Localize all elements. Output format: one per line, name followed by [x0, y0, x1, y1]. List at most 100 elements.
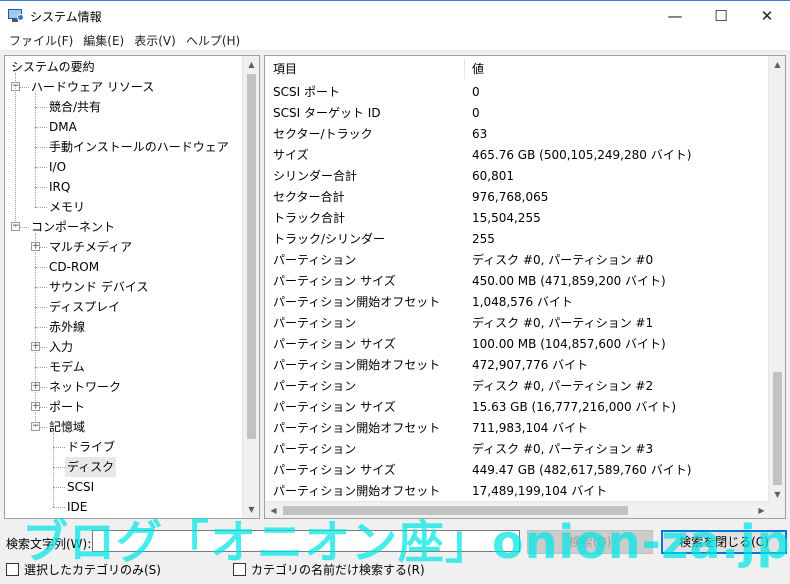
scroll-up-arrow-icon[interactable]: ▲: [243, 56, 259, 73]
tree-item-label: コンポーネント: [31, 220, 116, 234]
table-cell-item: パーティション開始オフセット: [273, 295, 441, 309]
tree-item[interactable]: 競合/共有: [5, 97, 245, 117]
tree-item[interactable]: − 記憶域: [5, 417, 245, 437]
table-row[interactable]: シリンダー合計 60,801: [265, 166, 770, 187]
checkbox-label: 選択したカテゴリのみ(S): [24, 563, 161, 577]
maximize-button[interactable]: ☐: [698, 1, 744, 31]
table-row[interactable]: パーティション サイズ 450.00 MB (471,859,200 バイト): [265, 271, 770, 292]
menu-file[interactable]: ファイル(F): [4, 32, 78, 49]
tree-scroll-thumb[interactable]: [247, 74, 256, 439]
table-scroll-thumb[interactable]: [773, 372, 782, 485]
table-cell-item: パーティション開始オフセット: [273, 484, 441, 498]
table-hscroll-thumb[interactable]: [283, 506, 628, 515]
search-input[interactable]: [92, 530, 520, 552]
table-cell-item: パーティション: [273, 253, 357, 267]
table-cell-value: 472,907,776 バイト: [472, 358, 589, 372]
tree-item[interactable]: IDE: [5, 497, 245, 517]
scroll-up-arrow-icon[interactable]: ▲: [769, 56, 785, 73]
minimize-button[interactable]: —: [652, 1, 698, 31]
table-vertical-scrollbar[interactable]: ▲ ▼: [768, 56, 785, 503]
table-row[interactable]: パーティション ディスク #0, パーティション #1: [265, 313, 770, 334]
table-cell-item: パーティション: [273, 442, 357, 456]
scroll-left-arrow-icon[interactable]: ◀: [265, 502, 282, 518]
tree-item[interactable]: ディスク: [5, 457, 245, 477]
table-cell-item: SCSI ポート: [273, 85, 340, 99]
table-cell-value: ディスク #0, パーティション #1: [472, 316, 654, 330]
tree-item[interactable]: サウンド デバイス: [5, 277, 245, 297]
tree-item[interactable]: I/O: [5, 157, 245, 177]
table-row[interactable]: セクター合計 976,768,065: [265, 187, 770, 208]
tree-item[interactable]: ドライブ: [5, 437, 245, 457]
tree-item[interactable]: IRQ: [5, 177, 245, 197]
checkbox-box[interactable]: [6, 563, 19, 576]
table-cell-value: 976,768,065: [472, 190, 549, 204]
tree-item-label: マルチメディア: [49, 240, 133, 254]
tree-item[interactable]: メモリ: [5, 197, 245, 217]
window-title: システム情報: [30, 9, 102, 24]
table-row[interactable]: サイズ 465.76 GB (500,105,249,280 バイト): [265, 145, 770, 166]
menu-view[interactable]: 表示(V): [129, 32, 181, 49]
table-row[interactable]: パーティション ディスク #0, パーティション #2: [265, 376, 770, 397]
table-cell-value: ディスク #0, パーティション #2: [472, 379, 654, 393]
menu-help[interactable]: ヘルプ(H): [181, 32, 245, 49]
tree-item[interactable]: SCSI: [5, 477, 245, 497]
table-cell-value: 60,801: [472, 169, 514, 183]
table-row[interactable]: パーティション開始オフセット 472,907,776 バイト: [265, 355, 770, 376]
scroll-down-arrow-icon[interactable]: ▼: [243, 501, 259, 518]
tree-item-label: 手動インストールのハードウェア: [49, 140, 229, 154]
tree-item[interactable]: システムの要約: [5, 57, 245, 77]
menu-edit[interactable]: 編集(E): [78, 32, 129, 49]
tree-item-label: 競合/共有: [49, 100, 102, 114]
category-names-only-checkbox[interactable]: カテゴリの名前だけ検索する(R): [233, 561, 425, 578]
tree-item-label: SCSI: [67, 480, 95, 494]
table-cell-item: パーティション開始オフセット: [273, 421, 441, 435]
tree-item[interactable]: モデム: [5, 357, 245, 377]
column-header-value[interactable]: 値: [472, 56, 484, 82]
tree-item[interactable]: + マルチメディア: [5, 237, 245, 257]
table-body: SCSI ポート 0 SCSI ターゲット ID 0 セクター/トラック 63 サイズ 465…: [265, 82, 770, 502]
table-row[interactable]: パーティション ディスク #0, パーティション #3: [265, 439, 770, 460]
table-row[interactable]: SCSI ターゲット ID 0: [265, 103, 770, 124]
table-row[interactable]: パーティション開始オフセット 1,048,576 バイト: [265, 292, 770, 313]
table-row[interactable]: パーティション サイズ 100.00 MB (104,857,600 バイト): [265, 334, 770, 355]
table-cell-value: 17,489,199,104 バイト: [472, 484, 608, 498]
table-cell-item: セクター合計: [273, 190, 345, 204]
table-cell-value: 450.00 MB (471,859,200 バイト): [472, 274, 666, 288]
table-row[interactable]: トラック/シリンダー 255: [265, 229, 770, 250]
checkbox-box[interactable]: [233, 563, 246, 576]
tree-item[interactable]: ディスプレイ: [5, 297, 245, 317]
table-row[interactable]: パーティション開始オフセット 17,489,199,104 バイト: [265, 481, 770, 502]
table-cell-value: 0: [472, 106, 480, 120]
table-row[interactable]: パーティション サイズ 15.63 GB (16,777,216,000 バイト): [265, 397, 770, 418]
find-button[interactable]: 検索(D): [527, 530, 653, 554]
table-row[interactable]: トラック合計 15,504,255: [265, 208, 770, 229]
tree-item[interactable]: + ネットワーク: [5, 377, 245, 397]
table-row[interactable]: SCSI ポート 0: [265, 82, 770, 103]
table-cell-item: パーティション サイズ: [273, 463, 396, 477]
table-row[interactable]: パーティション サイズ 449.47 GB (482,617,589,760 バイ…: [265, 460, 770, 481]
tree-item[interactable]: − ハードウェア リソース: [5, 77, 245, 97]
tree-vertical-scrollbar[interactable]: ▲ ▼: [242, 56, 259, 518]
tree-item[interactable]: + 入力: [5, 337, 245, 357]
table-row[interactable]: パーティション開始オフセット 711,983,104 バイト: [265, 418, 770, 439]
category-tree[interactable]: システムの要約 − ハードウェア リソース競合/共有 DMA 手動インストールのハードウ…: [4, 55, 260, 519]
table-row[interactable]: パーティション ディスク #0, パーティション #0: [265, 250, 770, 271]
tree-item[interactable]: − コンポーネント: [5, 217, 245, 237]
table-cell-value: 15,504,255: [472, 211, 541, 225]
table-horizontal-scrollbar[interactable]: ◀ ▶: [265, 501, 770, 518]
tree-item-label: ディスプレイ: [49, 300, 121, 314]
table-cell-item: SCSI ターゲット ID: [273, 106, 381, 120]
tree-list: システムの要約 − ハードウェア リソース競合/共有 DMA 手動インストールのハードウ…: [5, 56, 245, 517]
tree-item[interactable]: DMA: [5, 117, 245, 137]
tree-item[interactable]: CD-ROM: [5, 257, 245, 277]
table-row[interactable]: セクター/トラック 63: [265, 124, 770, 145]
tree-item[interactable]: 手動インストールのハードウェア: [5, 137, 245, 157]
selected-category-only-checkbox[interactable]: 選択したカテゴリのみ(S): [6, 561, 161, 578]
tree-item-label: モデム: [49, 360, 85, 374]
tree-item-label: 赤外線: [49, 320, 86, 334]
tree-item[interactable]: + ポート: [5, 397, 245, 417]
tree-item[interactable]: 赤外線: [5, 317, 245, 337]
close-button[interactable]: ✕: [744, 1, 790, 31]
close-search-button[interactable]: 検索を閉じる(C): [661, 530, 787, 554]
column-header-item[interactable]: 項目: [273, 56, 297, 82]
